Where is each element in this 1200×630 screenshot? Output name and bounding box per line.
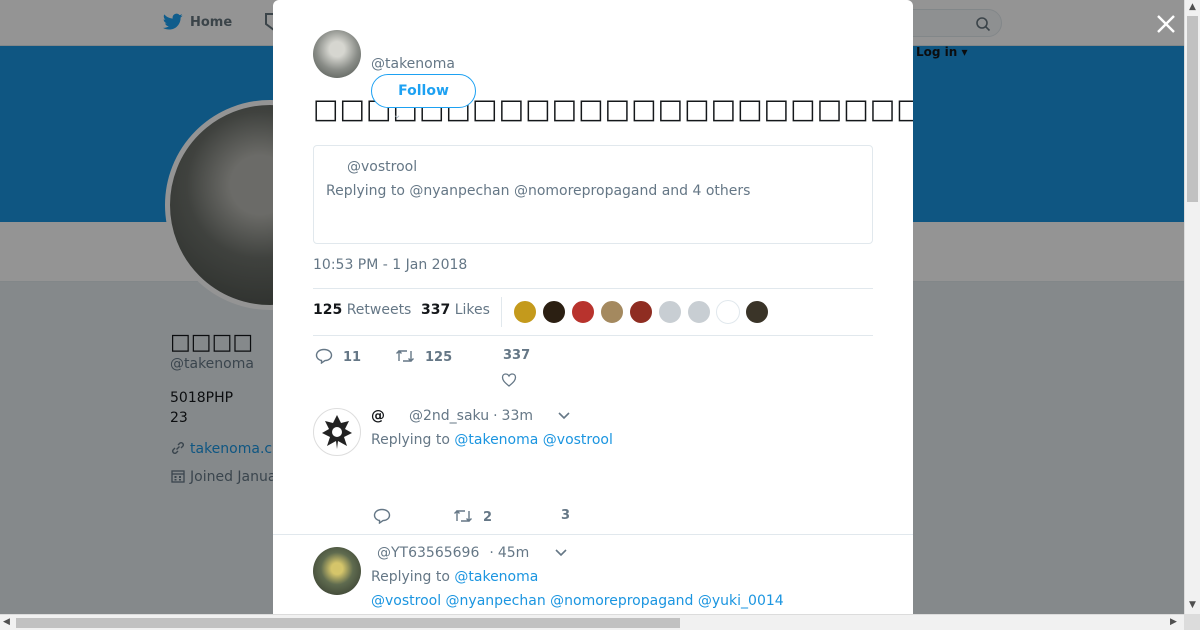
reply-mentions-line: @vostrool @nyanpechan @nomorepropagand @…: [371, 593, 784, 609]
scrollbar-corner: [1184, 614, 1200, 630]
quoted-replying-to: Replying to @nyanpechan @nomorepropagand…: [326, 183, 751, 199]
retweet-icon: [454, 510, 472, 522]
reply-replying-to: Replying to @takenoma @vostrool: [371, 432, 613, 448]
reply-tweet[interactable]: @YT63565696 · 45m Replying to @takenoma @v…: [273, 534, 913, 614]
retweets-label: Retweets: [346, 302, 412, 318]
retweet-icon: [396, 350, 414, 362]
crest-icon: [316, 411, 358, 453]
tweet-stats: 125 Retweets 337 Likes: [313, 288, 873, 336]
horizontal-scroll-thumb[interactable]: [16, 618, 680, 628]
likes-count: 337: [421, 302, 451, 318]
reply-header: @ @2nd_saku · 33m: [371, 408, 571, 424]
tweet-actions: 11 125 337: [313, 348, 873, 388]
liker-avatar[interactable]: [571, 300, 595, 324]
liker-avatar[interactable]: [600, 300, 624, 324]
scroll-up-icon[interactable]: ▲: [1189, 2, 1196, 12]
stats-divider: [501, 297, 502, 327]
quoted-handle: @vostrool: [347, 159, 418, 175]
tweet-modal: @takenoma □□□□□□□□□□□□□□□□□□□□□□□□□□□□□□…: [273, 0, 913, 614]
reply-action[interactable]: 11: [315, 348, 361, 365]
quoted-tweet[interactable]: @vostrool Replying to @nyanpechan @nomor…: [313, 145, 873, 244]
follow-button[interactable]: Follow: [371, 74, 476, 108]
reply-replying-to: Replying to @takenoma: [371, 569, 538, 585]
like-count: 337: [503, 348, 531, 363]
separator-dot: ·: [489, 545, 494, 561]
author-handle[interactable]: @takenoma: [371, 56, 455, 72]
reply-header: @YT63565696 · 45m: [371, 545, 568, 561]
scroll-left-icon[interactable]: ◀: [3, 617, 10, 627]
separator-dot: ·: [493, 408, 498, 424]
reply-avatar[interactable]: [313, 408, 361, 456]
like-action[interactable]: 337: [503, 348, 530, 363]
liker-avatar[interactable]: [658, 300, 682, 324]
reply-icon: [373, 508, 391, 525]
author-avatar[interactable]: [313, 30, 361, 78]
vertical-scrollbar[interactable]: ▲ ▼: [1184, 0, 1200, 614]
reply-mentions[interactable]: @takenoma: [454, 569, 538, 585]
reply-like-count: 3: [561, 508, 571, 523]
reply-name[interactable]: @: [371, 408, 385, 424]
reply-action[interactable]: [373, 508, 401, 525]
likes-label: Likes: [454, 302, 490, 318]
scroll-down-icon[interactable]: ▼: [1189, 600, 1196, 610]
reply-icon: [315, 348, 333, 365]
chevron-down-icon[interactable]: [557, 411, 571, 421]
reply-count: 11: [343, 350, 362, 365]
reply-tweet[interactable]: @ @2nd_saku · 33m Replying to @takenoma @vo…: [273, 408, 913, 538]
liker-avatar[interactable]: [745, 300, 769, 324]
vertical-scroll-thumb[interactable]: [1187, 16, 1198, 202]
liker-avatar[interactable]: [687, 300, 711, 324]
liker-avatar[interactable]: [716, 300, 740, 324]
liker-avatar[interactable]: [542, 300, 566, 324]
reply-retweet-count: 2: [483, 510, 493, 525]
retweet-action[interactable]: 2: [453, 508, 492, 525]
like-action[interactable]: 3: [561, 508, 570, 523]
liker-avatar[interactable]: [513, 300, 537, 324]
liker-avatar[interactable]: [629, 300, 653, 324]
reply-avatar[interactable]: [313, 547, 361, 595]
replying-label: Replying to: [371, 569, 450, 585]
retweets-stat[interactable]: 125 Retweets: [313, 302, 411, 318]
reply-mentions-extra[interactable]: @vostrool @nyanpechan @nomorepropagand @…: [371, 593, 784, 609]
chevron-down-icon[interactable]: [554, 548, 568, 558]
retweets-count: 125: [313, 302, 343, 318]
tweet-timestamp[interactable]: 10:53 PM - 1 Jan 2018: [313, 257, 467, 273]
retweet-count: 125: [425, 350, 453, 365]
reply-handle[interactable]: @2nd_saku: [409, 408, 489, 424]
replying-label: Replying to: [371, 432, 450, 448]
horizontal-scrollbar[interactable]: ◀ ▶: [0, 614, 1184, 630]
heart-icon[interactable]: [501, 372, 517, 388]
reply-handle[interactable]: @YT63565696: [377, 545, 479, 561]
reply-mentions[interactable]: @takenoma @vostrool: [454, 432, 613, 448]
reply-time[interactable]: 33m: [502, 408, 533, 424]
chevron-down-icon[interactable]: ⌄: [393, 110, 401, 121]
retweet-action[interactable]: 125: [395, 348, 452, 365]
reply-time[interactable]: 45m: [498, 545, 529, 561]
scroll-right-icon[interactable]: ▶: [1170, 617, 1177, 627]
close-icon[interactable]: [1154, 12, 1178, 36]
likes-stat[interactable]: 337 Likes: [421, 302, 490, 318]
